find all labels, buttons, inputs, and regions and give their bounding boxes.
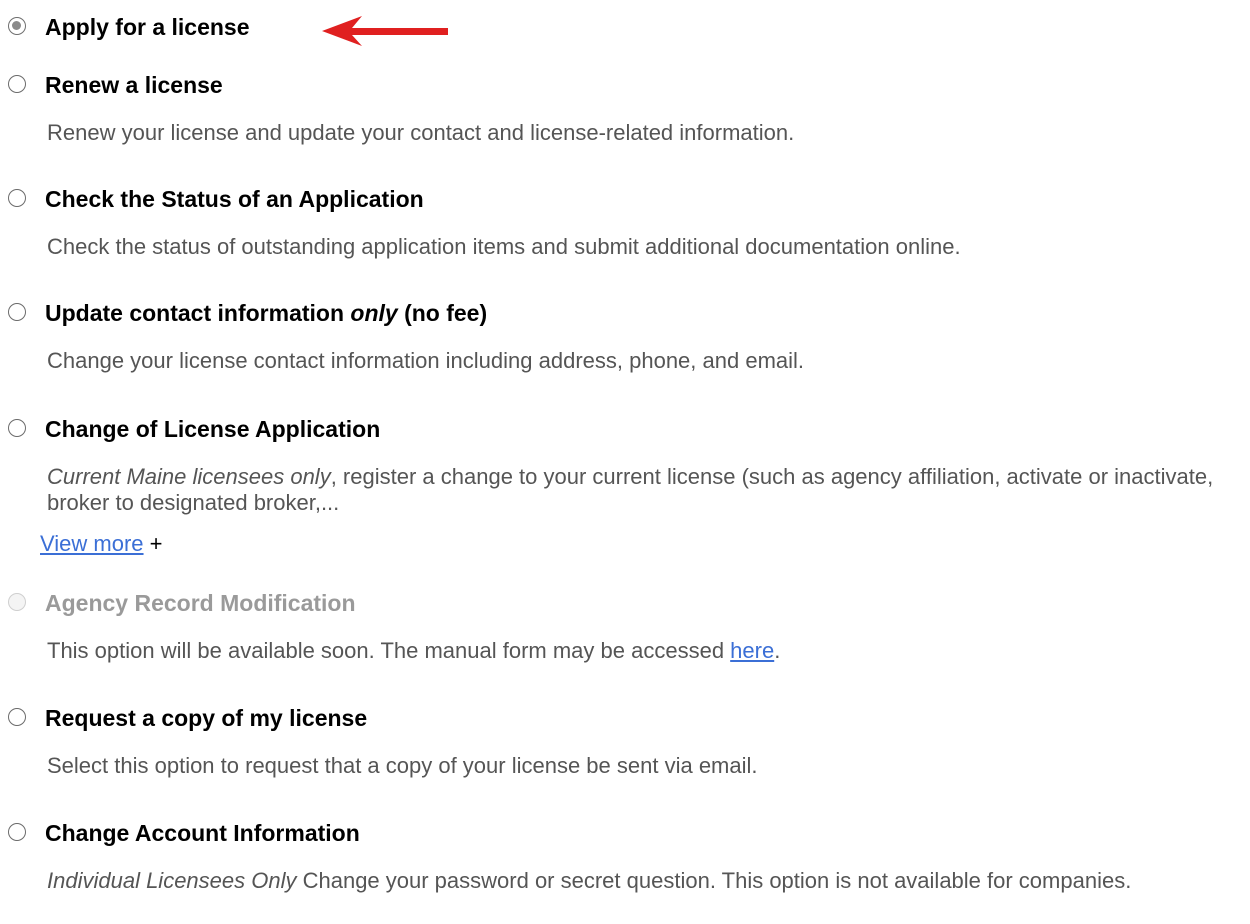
option-renew-license[interactable]: Renew a license Renew your license and u…	[8, 70, 1242, 145]
update-contact-radio[interactable]	[8, 303, 26, 321]
agency-record-description-end: .	[774, 638, 781, 663]
option-request-copy[interactable]: Request a copy of my license Select this…	[8, 703, 1242, 778]
change-account-label[interactable]: Change Account Information	[45, 818, 360, 848]
view-more-link[interactable]: View more	[40, 531, 144, 556]
option-change-account[interactable]: Change Account Information Individual Li…	[8, 818, 1242, 893]
change-account-description-text: Change your password or secret question.…	[296, 868, 1132, 893]
change-account-radio[interactable]	[8, 823, 26, 841]
agency-record-description: This option will be available soon. The …	[47, 638, 1242, 664]
change-license-radio[interactable]	[8, 419, 26, 437]
check-status-description: Check the status of outstanding applicat…	[47, 234, 961, 259]
manual-form-here-link[interactable]: here	[730, 638, 774, 663]
update-contact-label[interactable]: Update contact information only (no fee)	[45, 298, 487, 328]
apply-license-label[interactable]: Apply for a license	[45, 12, 250, 42]
change-account-description-em: Individual Licensees Only	[47, 868, 297, 893]
view-more-plus: +	[143, 531, 163, 556]
request-copy-label[interactable]: Request a copy of my license	[45, 703, 367, 733]
update-contact-label-pre: Update contact information	[45, 300, 351, 326]
agency-record-label: Agency Record Modification	[45, 590, 356, 616]
apply-license-radio[interactable]	[8, 17, 26, 35]
update-contact-label-only: only	[350, 300, 398, 326]
check-status-label[interactable]: Check the Status of an Application	[45, 184, 424, 214]
change-account-description: Individual Licensees Only Change your pa…	[47, 868, 1242, 894]
option-check-status[interactable]: Check the Status of an Application Check…	[8, 184, 1242, 259]
renew-license-radio[interactable]	[8, 75, 26, 93]
agency-record-description-text: This option will be available soon. The …	[47, 638, 731, 663]
option-update-contact[interactable]: Update contact information only (no fee)…	[8, 298, 1242, 373]
agency-record-radio	[8, 593, 26, 611]
request-copy-radio[interactable]	[8, 708, 26, 726]
view-more-row: View more +	[40, 531, 163, 557]
option-change-license[interactable]: Change of License Application Current Ma…	[8, 414, 1242, 556]
red-arrow-icon	[322, 16, 448, 46]
change-license-description: Current Maine licensees only, register a…	[47, 464, 1242, 516]
option-apply-license[interactable]: Apply for a license	[8, 12, 1242, 46]
renew-license-label[interactable]: Renew a license	[45, 70, 223, 100]
change-license-description-em: Current Maine licensees only	[47, 464, 331, 489]
check-status-radio[interactable]	[8, 189, 26, 207]
change-license-label[interactable]: Change of License Application	[45, 414, 380, 444]
update-contact-description: Change your license contact information …	[47, 348, 805, 373]
renew-license-description: Renew your license and update your conta…	[47, 120, 795, 145]
request-copy-description: Select this option to request that a cop…	[47, 753, 758, 778]
option-agency-record: Agency Record Modification This option w…	[8, 588, 1242, 663]
update-contact-label-post: (no fee)	[397, 300, 488, 326]
